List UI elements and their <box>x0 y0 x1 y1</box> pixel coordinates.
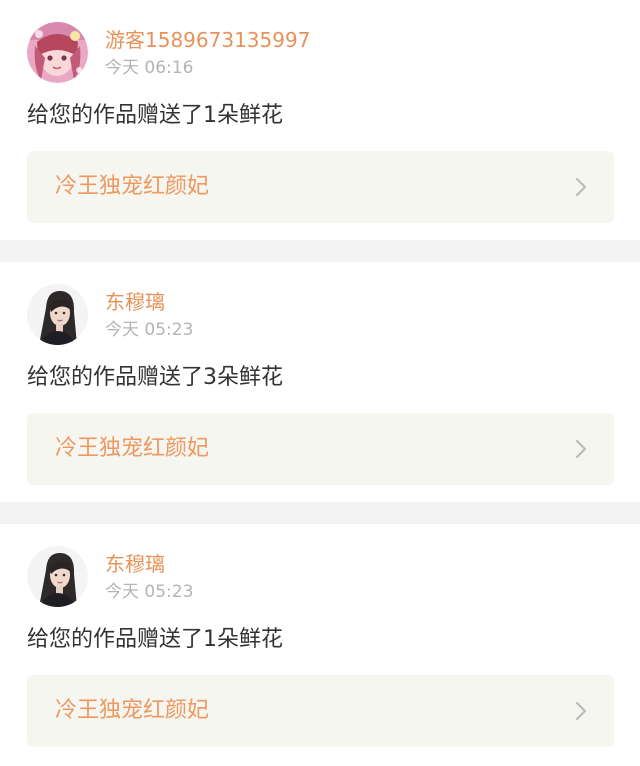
user-name[interactable]: 东穆璃 <box>105 551 165 577</box>
gift-message: 给您的作品赠送了1朵鲜花 <box>27 627 283 652</box>
notification-feed: 游客1589673135997 今天 06:16 给您的作品赠送了1朵鲜花 冷王… <box>0 0 640 766</box>
timestamp: 今天 06:16 <box>105 58 194 78</box>
user-name[interactable]: 游客1589673135997 <box>105 27 310 53</box>
notification-item: 东穆璃 今天 05:23 给您的作品赠送了1朵鲜花 冷王独宠红颜妃 <box>0 524 640 764</box>
section-divider <box>0 502 640 524</box>
timestamp: 今天 05:23 <box>105 582 194 602</box>
notification-item: 游客1589673135997 今天 06:16 给您的作品赠送了1朵鲜花 冷王… <box>0 0 640 240</box>
avatar[interactable] <box>27 284 88 345</box>
avatar[interactable] <box>27 22 88 83</box>
chevron-right-icon <box>575 439 587 459</box>
work-title: 冷王独宠红颜妃 <box>55 436 210 461</box>
user-name[interactable]: 东穆璃 <box>105 289 165 315</box>
gift-message: 给您的作品赠送了3朵鲜花 <box>27 365 283 390</box>
work-link-card[interactable]: 冷王独宠红颜妃 <box>27 151 614 223</box>
work-title: 冷王独宠红颜妃 <box>55 174 210 199</box>
avatar[interactable] <box>27 546 88 607</box>
woman-portrait-avatar-icon <box>27 546 88 607</box>
work-link-card[interactable]: 冷王独宠红颜妃 <box>27 413 614 485</box>
anime-girl-avatar-icon <box>27 22 88 83</box>
work-title: 冷王独宠红颜妃 <box>55 698 210 723</box>
woman-portrait-avatar-icon <box>27 284 88 345</box>
gift-message: 给您的作品赠送了1朵鲜花 <box>27 103 283 128</box>
chevron-right-icon <box>575 177 587 197</box>
notification-item: 东穆璃 今天 05:23 给您的作品赠送了3朵鲜花 冷王独宠红颜妃 <box>0 262 640 502</box>
work-link-card[interactable]: 冷王独宠红颜妃 <box>27 675 614 747</box>
chevron-right-icon <box>575 701 587 721</box>
timestamp: 今天 05:23 <box>105 320 194 340</box>
section-divider <box>0 240 640 262</box>
